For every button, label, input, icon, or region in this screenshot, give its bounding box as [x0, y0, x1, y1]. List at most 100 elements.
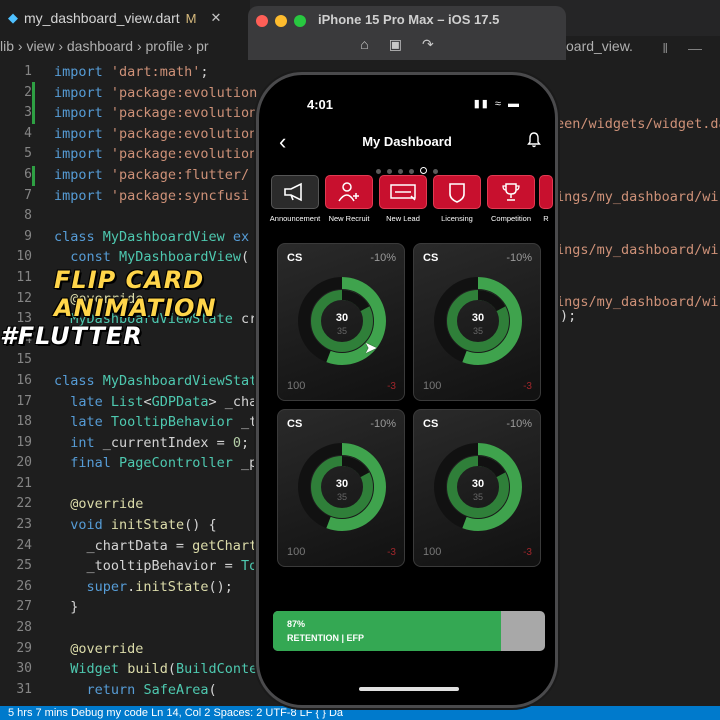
donut-chart: 30 35	[434, 443, 522, 531]
trophy-icon	[487, 175, 535, 209]
card-title: CS	[423, 418, 439, 430]
stat-card[interactable]: CS -10% 30 35 100 -3	[413, 243, 541, 401]
dart-file-icon: ◆	[8, 10, 18, 25]
action-competition[interactable]: Competition	[485, 175, 537, 223]
modified-badge: M	[185, 10, 197, 26]
card-min: 100	[423, 546, 442, 558]
home-indicator[interactable]	[359, 687, 459, 691]
code-fragment: ings/my_dashboard/wi	[556, 241, 719, 258]
close-icon[interactable]: ✕	[211, 10, 222, 26]
tab-my-dashboard-view[interactable]: ◆ my_dashboard_view.dart M ✕	[0, 0, 250, 36]
line-number: 2	[24, 84, 32, 100]
bell-icon[interactable]	[527, 132, 541, 152]
line-number: 11	[16, 269, 32, 285]
card-title: CS	[423, 252, 439, 264]
ring-subvalue: 35	[337, 326, 347, 336]
card-change: -10%	[506, 252, 532, 264]
line-number: 21	[16, 475, 32, 491]
stat-card[interactable]: CS -10% 30 35 100 -3	[277, 243, 405, 401]
line-number: 26	[16, 578, 32, 594]
line-number: 24	[16, 537, 32, 553]
line-number: 7	[24, 187, 32, 203]
retention-percent: 87%	[287, 619, 306, 629]
line-number: 6	[24, 166, 32, 182]
tab-label: my_dashboard_view.dart	[24, 10, 180, 26]
simulator-title: iPhone 15 Pro Max – iOS 17.5	[318, 12, 500, 27]
retention-progress-bar[interactable]: 87% RETENTION | EFP	[273, 611, 545, 651]
screenshot-icon[interactable]: ▣	[389, 36, 422, 52]
stat-card[interactable]: CS -10% 30 35 100 -3	[413, 409, 541, 567]
action-label: Licensing	[441, 214, 473, 223]
ring-subvalue: 35	[337, 492, 347, 502]
action-label: New Recruit	[328, 214, 370, 223]
split-editor-icon[interactable]: ‖ —	[662, 40, 710, 56]
app-bar: ‹ My Dashboard	[259, 131, 555, 155]
line-number: 1	[24, 64, 32, 79]
ring-value: 30	[336, 312, 348, 324]
donut-chart: 30 35	[298, 443, 386, 531]
card-delta: -3	[523, 381, 532, 392]
line-number: 25	[16, 558, 32, 574]
retention-label: RETENTION | EFP	[287, 633, 365, 643]
action-new-lead[interactable]: New Lead	[377, 175, 429, 223]
card-min: 100	[287, 546, 306, 558]
action-licensing[interactable]: Licensing	[431, 175, 483, 223]
card-change: -10%	[370, 418, 396, 430]
line-number: 27	[16, 599, 32, 615]
ring-value: 30	[472, 312, 484, 324]
donut-chart: 30 35	[434, 277, 522, 365]
megaphone-icon	[271, 175, 319, 209]
action-partial[interactable]: R	[539, 175, 553, 223]
line-number: 31	[16, 681, 32, 697]
card-delta: -3	[387, 547, 396, 558]
line-number: 20	[16, 455, 32, 471]
mouse-cursor-icon: ➤	[364, 340, 378, 357]
rotate-icon[interactable]: ↷	[422, 36, 454, 52]
ring-subvalue: 35	[473, 492, 483, 502]
card-change: -10%	[506, 418, 532, 430]
stat-card[interactable]: CS -10% 30 35 100 -3	[277, 409, 405, 567]
status-bar: 5 hrs 7 mins Debug my code Ln 14, Col 2 …	[0, 706, 720, 720]
card-title: CS	[287, 418, 303, 430]
card-title: CS	[287, 252, 303, 264]
ring-value: 30	[336, 478, 348, 490]
shield-icon	[433, 175, 481, 209]
line-number: 16	[16, 372, 32, 388]
ring-subvalue: 35	[473, 326, 483, 336]
retention-fill	[273, 611, 502, 651]
line-number: 3	[24, 105, 32, 121]
status-time: 4:01	[307, 97, 334, 112]
home-icon[interactable]: ⌂	[360, 36, 388, 52]
breadcrumb[interactable]: lib › view › dashboard › profile › pr	[0, 38, 209, 60]
line-number: 8	[24, 208, 32, 224]
code-fragment: ings/my_dashboard/wi	[556, 189, 719, 206]
line-number: 9	[24, 228, 32, 244]
card-delta: -3	[387, 381, 396, 392]
card-min: 100	[423, 380, 442, 392]
action-label: New Lead	[386, 214, 420, 223]
action-label: R	[543, 214, 549, 223]
card-change: -10%	[370, 252, 396, 264]
overlay-title-line2: ANIMATION	[54, 294, 217, 322]
overlay-hashtag: #FLUTTER	[0, 322, 143, 350]
minimize-window-button[interactable]	[275, 15, 287, 27]
action-new-recruit[interactable]: New Recruit	[323, 175, 375, 223]
line-number: 10	[16, 249, 32, 265]
ios-status-bar: 4:01 ▮▮ ≈ ▬	[259, 95, 555, 115]
close-window-button[interactable]	[256, 15, 268, 27]
zoom-window-button[interactable]	[294, 15, 306, 27]
breadcrumb-tail: oard_view.	[566, 38, 633, 54]
line-number: 18	[16, 414, 32, 430]
action-announcement[interactable]: Announcement	[269, 175, 321, 223]
card-delta: -3	[523, 547, 532, 558]
ring-value: 30	[472, 478, 484, 490]
page-title: My Dashboard	[362, 134, 452, 149]
line-number: 19	[16, 434, 32, 450]
code-fragment: een/widgets/widget.da	[556, 116, 720, 132]
action-label: Announcement	[269, 214, 321, 223]
partial-icon	[539, 175, 553, 209]
add-person-icon	[325, 175, 373, 209]
overlay-title-line1: FLIP CARD	[54, 266, 205, 294]
line-number: 12	[16, 290, 32, 306]
line-number: 5	[24, 146, 32, 162]
